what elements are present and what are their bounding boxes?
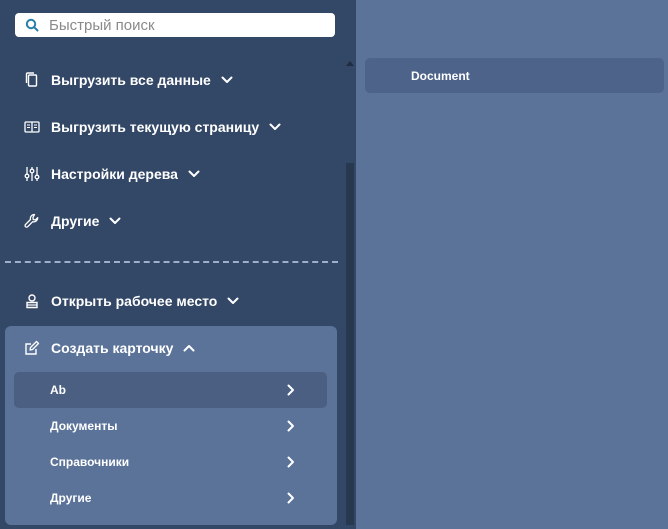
search-box[interactable] [15, 13, 335, 37]
user-workplace-icon [26, 294, 38, 309]
wrench-icon [24, 213, 39, 228]
menu-other-label: Другие [51, 213, 100, 229]
menu-open-workplace[interactable]: Открыть рабочее место [0, 281, 340, 321]
chevron-up-icon [183, 345, 195, 352]
scrollbar-thumb[interactable] [346, 163, 354, 525]
menu-tree-settings[interactable]: Настройки дерева [0, 154, 340, 194]
create-card-item-label: Документы [50, 419, 118, 433]
search-icon [25, 18, 39, 32]
menu-create-card-label: Создать карточку [51, 340, 174, 356]
divider [5, 261, 338, 263]
menu-create-card[interactable]: Создать карточку [0, 328, 340, 368]
open-book-icon [24, 121, 40, 133]
edit-card-icon [25, 340, 40, 355]
chevron-down-icon [227, 297, 239, 304]
menu-tree-settings-label: Настройки дерева [51, 166, 178, 182]
create-card-item-directories[interactable]: Справочники [14, 444, 327, 480]
chevron-down-icon [269, 123, 281, 130]
document-item[interactable]: Document [365, 58, 664, 93]
sidebar: Выгрузить все данные Выгрузить текущую с… [0, 0, 356, 529]
scroll-up-arrow-icon[interactable] [346, 60, 354, 66]
document-item-label: Document [411, 69, 470, 83]
document-stack-icon [25, 72, 38, 87]
search-input[interactable] [49, 13, 329, 37]
create-card-item-other[interactable]: Другие [14, 480, 327, 516]
chevron-right-icon [287, 384, 294, 396]
sliders-icon [24, 167, 40, 181]
create-card-panel: Создать карточку Ab Документы Справочник… [5, 326, 337, 525]
chevron-right-icon [287, 420, 294, 432]
menu-export-all-label: Выгрузить все данные [51, 72, 211, 88]
menu-export-page[interactable]: Выгрузить текущую страницу [0, 107, 340, 147]
chevron-down-icon [188, 170, 200, 177]
create-card-item-label: Другие [50, 491, 92, 505]
menu-export-page-label: Выгрузить текущую страницу [51, 119, 260, 135]
menu-export-all[interactable]: Выгрузить все данные [0, 60, 340, 100]
chevron-right-icon [287, 492, 294, 504]
chevron-down-icon [109, 217, 121, 224]
create-card-item-documents[interactable]: Документы [14, 408, 327, 444]
chevron-down-icon [221, 76, 233, 83]
create-card-item-label: Ab [50, 383, 66, 397]
menu-other[interactable]: Другие [0, 201, 340, 241]
create-card-item-ab[interactable]: Ab [14, 372, 327, 408]
chevron-right-icon [287, 456, 294, 468]
create-card-item-label: Справочники [50, 455, 130, 469]
menu-open-workplace-label: Открыть рабочее место [51, 293, 218, 309]
